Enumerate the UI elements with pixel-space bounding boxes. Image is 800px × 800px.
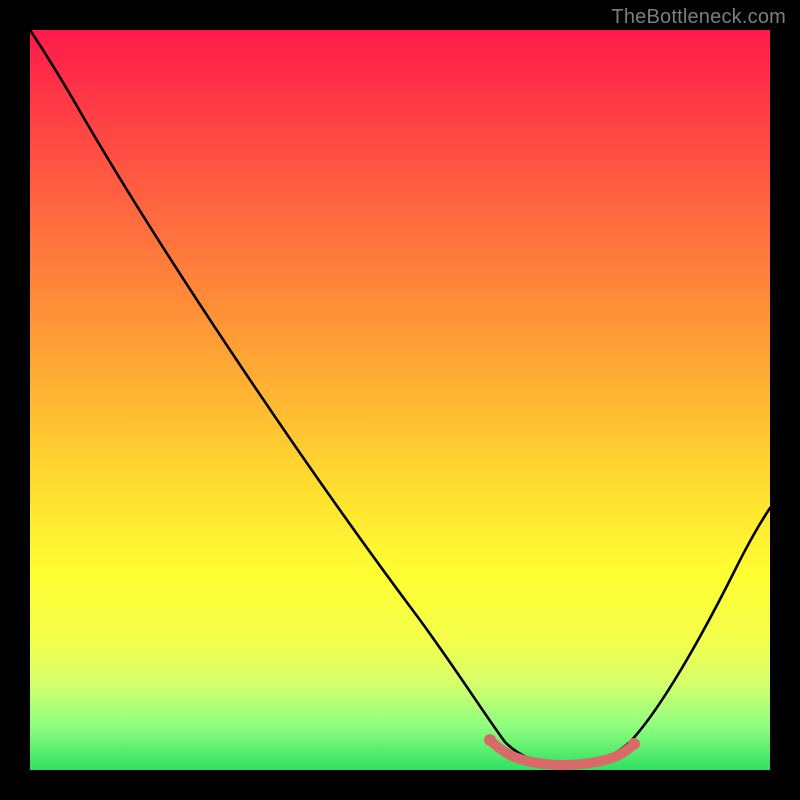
optimal-band-start-dot — [484, 734, 496, 746]
bottleneck-curve — [30, 30, 770, 765]
plot-area — [30, 30, 770, 770]
optimal-band-end-dot — [628, 738, 640, 750]
chart-container: TheBottleneck.com — [0, 0, 800, 800]
watermark-text: TheBottleneck.com — [611, 6, 786, 29]
optimal-band — [490, 740, 634, 765]
curve-layer — [30, 30, 770, 770]
